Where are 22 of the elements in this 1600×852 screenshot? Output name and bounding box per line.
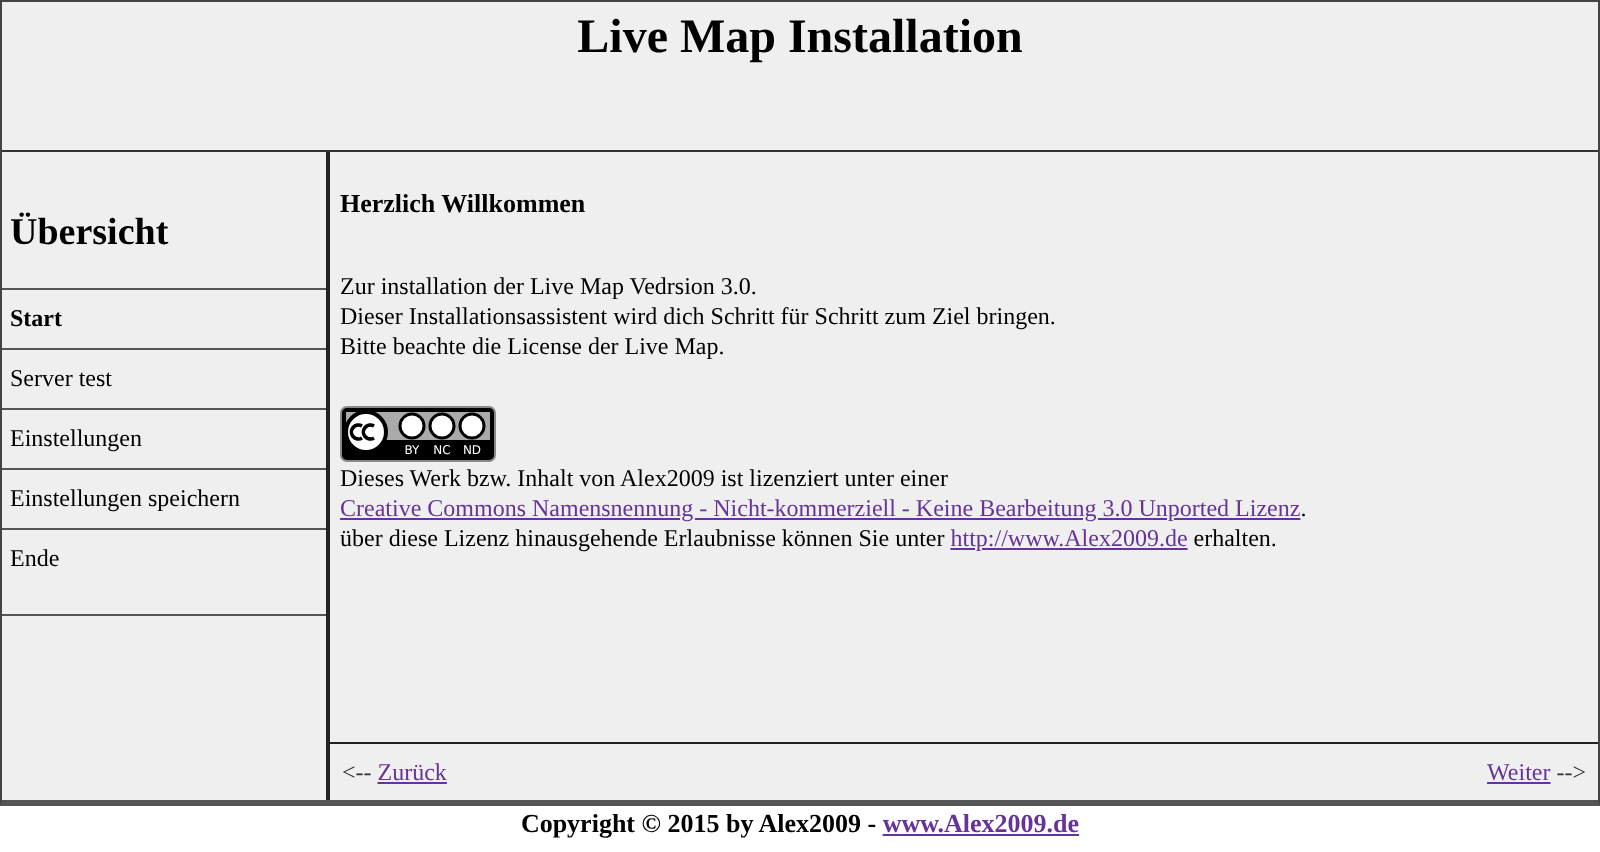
back-nav: <-- Zurück	[342, 757, 447, 787]
page-title: Live Map Installation	[577, 10, 1023, 66]
back-link[interactable]: Zurück	[377, 757, 447, 785]
next-nav: Weiter -->	[1487, 757, 1586, 787]
license-text: Dieses Werk bzw. Inhalt von Alex2009 ist lizenziert unter einer	[340, 464, 950, 494]
website-link[interactable]: http://www.Alex2009.de	[950, 524, 1188, 552]
sidebar-heading: Übersicht	[10, 212, 171, 258]
sidebar-item[interactable]: Start	[10, 304, 62, 334]
intro-text: Bitte beachte die License der Live Map.	[340, 332, 727, 362]
footer-link[interactable]: www.Alex2009.de	[882, 808, 1080, 838]
welcome-heading: Herzlich Willkommen	[340, 188, 586, 220]
license-link[interactable]: Creative Commons Namensnennung - Nicht-kommerziell - Keine Bearbeitung 3.0 Unported Lizenz	[340, 494, 1301, 522]
sidebar-item[interactable]: Server test	[10, 364, 112, 394]
sidebar-item[interactable]: Ende	[10, 544, 60, 574]
intro-text: Zur installation der Live Map Vedrsion 3.0.	[340, 272, 759, 302]
license-link-line: Creative Commons Namensnennung - Nicht-kommerziell - Keine Bearbeitung 3.0 Unported Lizenz.	[340, 494, 1309, 524]
sidebar-item[interactable]: Einstellungen	[10, 424, 142, 454]
copyright-text: Copyright © 2015 by Alex2009 - www.Alex2009.de	[520, 808, 1080, 838]
intro-text: Dieser Installationsassistent wird dich Schritt für Schritt zum Ziel bringen.	[340, 302, 1058, 332]
permissions-text: über diese Lizenz hinausgehende Erlaubnisse können Sie unter http://www.Alex2009.de erhalten.	[340, 524, 1279, 554]
sidebar-item[interactable]: Einstellungen speichern	[10, 484, 240, 514]
next-link[interactable]: Weiter	[1487, 757, 1551, 785]
